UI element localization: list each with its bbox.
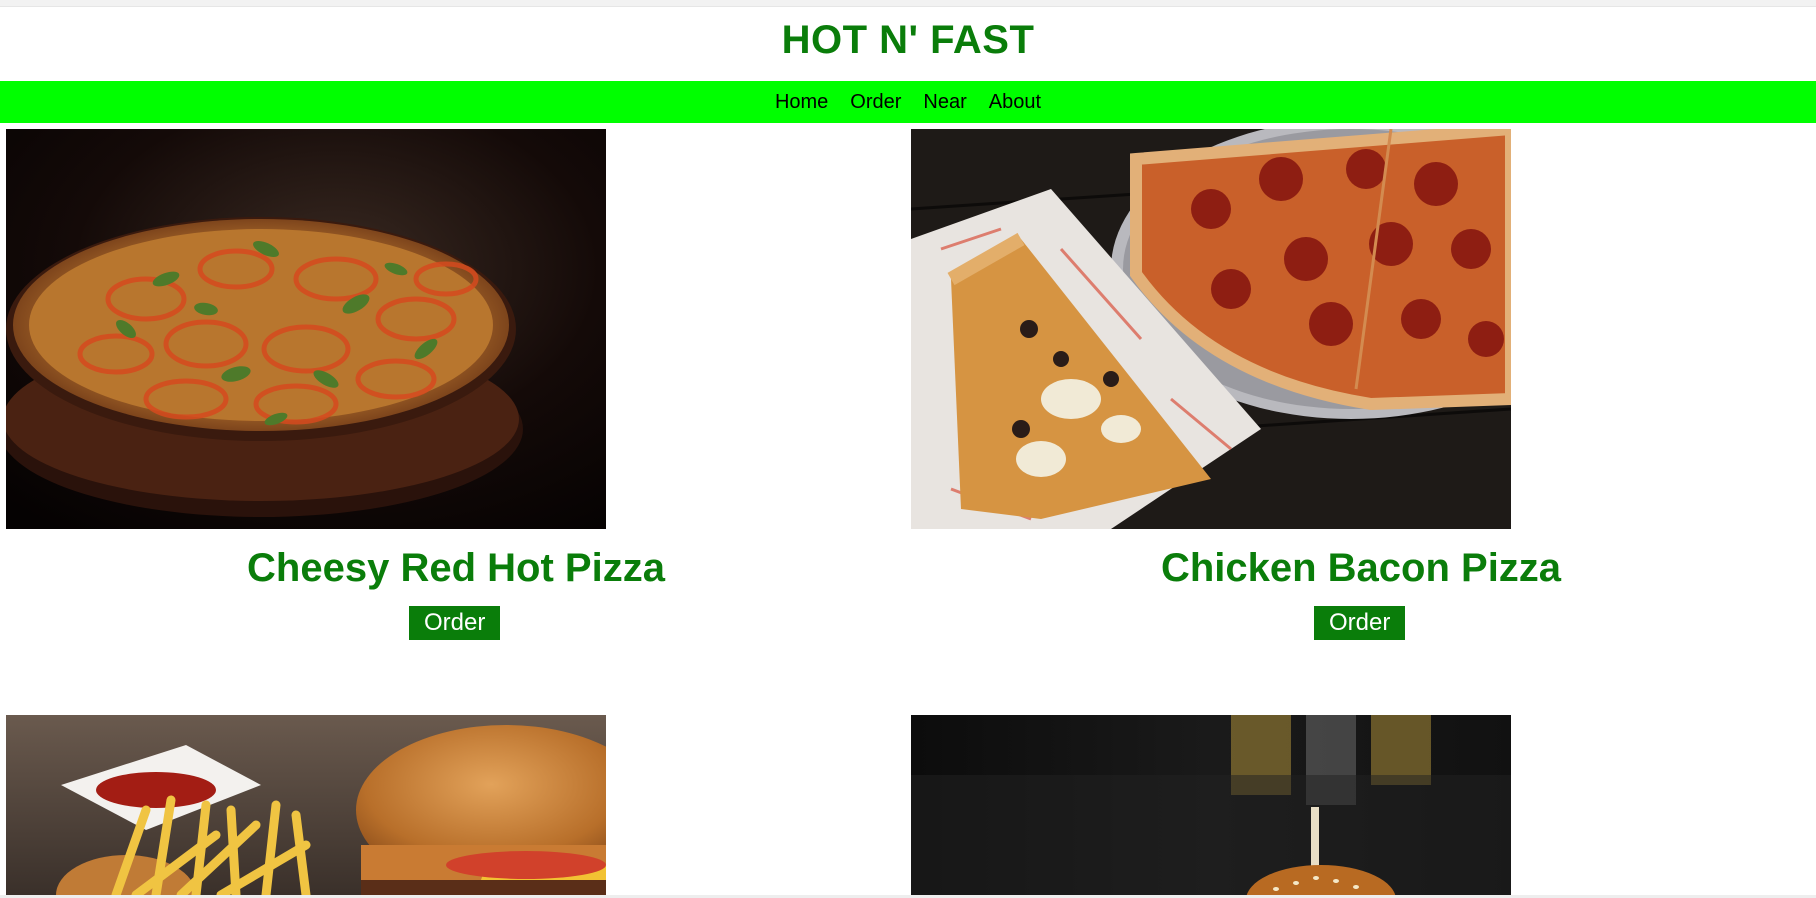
- page: HOT N' FAST Home Order Near About Cheesy…: [0, 0, 1816, 898]
- menu-card-burger-with-fries: [6, 715, 916, 895]
- nav-link-home[interactable]: Home: [764, 91, 839, 114]
- main-navbar: Home Order Near About: [0, 81, 1816, 123]
- order-button[interactable]: Order: [409, 606, 501, 640]
- menu-item-title: Chicken Bacon Pizza: [1160, 546, 1562, 590]
- nav-link-near[interactable]: Near: [912, 91, 977, 114]
- site-title: HOT N' FAST: [781, 18, 1035, 62]
- nav-link-about[interactable]: About: [978, 91, 1052, 114]
- burger-with-fries-photo: [6, 715, 606, 895]
- sesame-burger-on-dark-background-photo: [911, 715, 1511, 895]
- nav-link-order[interactable]: Order: [839, 91, 912, 114]
- menu-item-title: Cheesy Red Hot Pizza: [247, 546, 665, 590]
- browser-top-edge: [0, 0, 1816, 7]
- menu-card-sesame-burger: [911, 715, 1816, 895]
- menu-card-cheesy-red-hot-pizza: Cheesy Red Hot Pizza Order: [6, 129, 916, 640]
- pepperoni-and-olive-pizza-slices-photo: [911, 129, 1511, 529]
- order-button[interactable]: Order: [1314, 606, 1406, 640]
- menu-card-chicken-bacon-pizza: Chicken Bacon Pizza Order: [911, 129, 1816, 640]
- pizza-on-dark-plate-photo: [6, 129, 606, 529]
